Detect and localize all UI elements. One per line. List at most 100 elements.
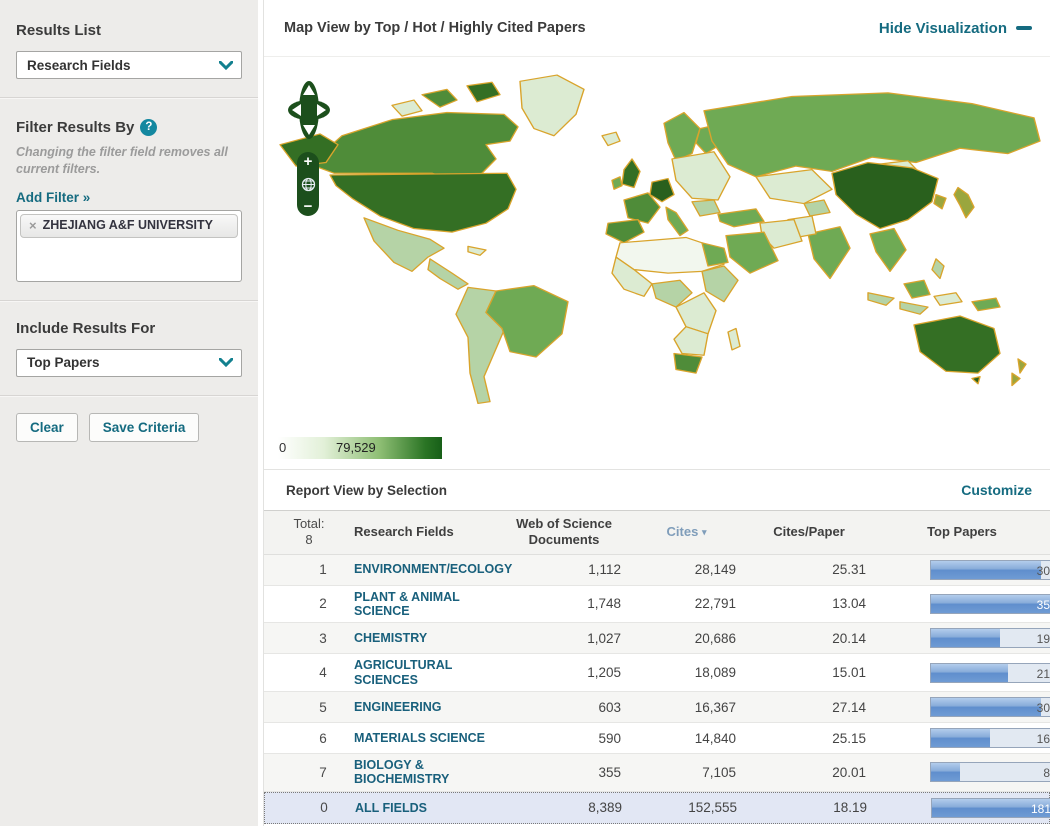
country-new-zealand[interactable]: [1017, 358, 1027, 374]
row-rank: 7: [319, 764, 327, 780]
top-papers-value: 19: [1036, 632, 1050, 647]
top-papers-bar-track: 16: [930, 728, 1050, 748]
country-iceland[interactable]: [601, 131, 621, 147]
country-south-africa[interactable]: [673, 352, 703, 374]
arctic-island[interactable]: [421, 88, 458, 108]
row-field-link[interactable]: ENGINEERING: [354, 700, 499, 714]
country-korea[interactable]: [933, 194, 947, 210]
country-spain[interactable]: [605, 218, 645, 244]
country-uk[interactable]: [621, 158, 641, 189]
row-field-link[interactable]: AGRICULTURAL SCIENCES: [354, 658, 499, 687]
country-ireland[interactable]: [611, 176, 623, 190]
arctic-island[interactable]: [466, 81, 501, 103]
country-japan[interactable]: [953, 186, 975, 219]
row-rank: 1: [319, 562, 327, 577]
row-cites: 28,149: [694, 562, 736, 577]
row-field-link[interactable]: ALL FIELDS: [355, 801, 500, 815]
row-field-link[interactable]: CHEMISTRY: [354, 631, 499, 645]
region-central-america[interactable]: [427, 258, 469, 290]
filter-note: Changing the filter field removes all cu…: [16, 145, 228, 176]
top-papers-bar-fill: [931, 763, 961, 782]
region-indonesia[interactable]: [933, 292, 963, 306]
row-docs: 1,112: [588, 562, 621, 577]
results-list-select[interactable]: Research Fields: [16, 51, 242, 79]
remove-filter-icon[interactable]: ×: [29, 218, 37, 234]
region-borneo[interactable]: [903, 279, 931, 299]
help-icon[interactable]: ?: [140, 119, 158, 136]
filter-tag-label: ZHEJIANG A&F UNIVERSITY: [42, 217, 213, 232]
row-docs: 1,748: [587, 596, 621, 612]
country-canada[interactable]: [309, 111, 519, 181]
table-row: 5 ENGINEERING 603 16,367 27.14 30: [264, 692, 1050, 723]
row-docs: 1,205: [587, 665, 621, 681]
country-usa[interactable]: [329, 172, 517, 233]
top-papers-bar-track: 35: [930, 593, 1050, 614]
region-balkans[interactable]: [691, 199, 721, 217]
main-panel: Map View by Top / Hot / Highly Cited Pap…: [263, 0, 1050, 826]
zoom-out-button[interactable]: −: [304, 199, 313, 214]
customize-link[interactable]: Customize: [961, 482, 1032, 498]
row-field-link[interactable]: MATERIALS SCIENCE: [354, 731, 499, 745]
arctic-island[interactable]: [391, 99, 423, 117]
row-cites: 152,555: [688, 800, 737, 816]
clear-button[interactable]: Clear: [16, 412, 78, 442]
table-row: 7 BIOLOGY & BIOCHEMISTRY 355 7,105 20.01…: [264, 754, 1050, 792]
country-philippines[interactable]: [931, 258, 945, 280]
top-papers-bar-fill: [931, 698, 1042, 716]
country-kazakhstan[interactable]: [755, 169, 833, 205]
country-papua-new-guinea[interactable]: [971, 297, 1001, 312]
row-cites-per-paper: 13.04: [832, 596, 866, 612]
region-caribbean[interactable]: [467, 245, 487, 256]
country-italy[interactable]: [665, 206, 689, 237]
pan-control-icon[interactable]: [286, 79, 332, 141]
region-central-asia[interactable]: [803, 199, 831, 217]
results-list-selected-value: Research Fields: [27, 57, 131, 73]
include-results-select[interactable]: Top Papers: [16, 348, 242, 377]
country-brazil[interactable]: [485, 285, 569, 358]
region-scandinavia[interactable]: [663, 111, 701, 162]
row-field-link[interactable]: PLANT & ANIMAL SCIENCE: [354, 590, 499, 619]
country-greenland[interactable]: [519, 74, 585, 137]
region-indonesia[interactable]: [867, 292, 895, 306]
report-table-body: 1 ENVIRONMENT/ECOLOGY 1,112 28,149 25.31…: [264, 554, 1050, 824]
total-count-value: 8: [305, 532, 313, 548]
region-east-africa[interactable]: [701, 265, 739, 303]
country-new-zealand[interactable]: [1011, 372, 1021, 387]
row-cites-per-paper: 25.15: [832, 730, 866, 746]
region-eastern-europe[interactable]: [671, 151, 731, 201]
country-china[interactable]: [831, 161, 939, 230]
active-filters-box: × ZHEJIANG A&F UNIVERSITY: [16, 209, 242, 282]
country-turkey[interactable]: [717, 208, 765, 228]
column-header-wos-documents: Web of Science Documents: [516, 516, 612, 548]
region-indochina[interactable]: [869, 227, 907, 272]
row-field-link[interactable]: BIOLOGY & BIOCHEMISTRY: [354, 758, 499, 787]
country-australia[interactable]: [913, 315, 1001, 374]
row-docs: 1,027: [587, 630, 621, 646]
top-papers-bar-track: 8: [930, 762, 1050, 783]
row-cites: 22,791: [694, 596, 736, 612]
top-papers-value: 8: [1043, 766, 1050, 781]
save-criteria-button[interactable]: Save Criteria: [88, 412, 200, 442]
world-map[interactable]: [272, 59, 1042, 407]
include-results-selected-value: Top Papers: [27, 355, 100, 371]
top-papers-bar-track: 19: [930, 628, 1050, 649]
row-docs: 355: [598, 764, 621, 780]
row-rank: 5: [319, 699, 327, 715]
filter-tag[interactable]: × ZHEJIANG A&F UNIVERSITY: [20, 213, 238, 239]
top-papers-bar-fill: [931, 594, 1050, 613]
table-row: 0 ALL FIELDS 8,389 152,555 18.19 181: [264, 791, 1050, 824]
row-cites: 7,105: [702, 764, 736, 780]
chevron-down-icon: [219, 358, 233, 368]
zoom-in-button[interactable]: +: [304, 154, 313, 169]
row-rank: 0: [320, 800, 328, 816]
country-madagascar[interactable]: [727, 327, 741, 351]
region-indonesia[interactable]: [899, 301, 929, 315]
globe-icon[interactable]: [301, 177, 316, 192]
column-header-cites[interactable]: Cites ▾: [629, 524, 744, 540]
country-tasmania[interactable]: [971, 376, 981, 385]
hide-visualization-link[interactable]: Hide Visualization: [879, 20, 1032, 37]
country-germany[interactable]: [649, 177, 675, 203]
row-field-link[interactable]: ENVIRONMENT/ECOLOGY: [354, 562, 512, 576]
report-table-header: Total: 8 Research Fields Web of Science …: [264, 510, 1050, 555]
add-filter-link[interactable]: Add Filter »: [16, 190, 242, 205]
